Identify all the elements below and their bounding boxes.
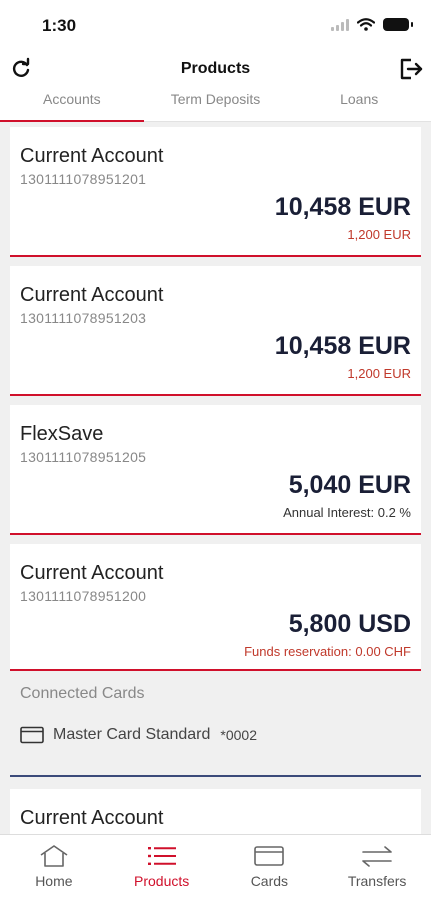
battery-icon xyxy=(383,18,413,31)
account-number: 1301111078951205 xyxy=(20,449,147,465)
wifi-icon xyxy=(357,18,375,31)
cards-icon xyxy=(254,846,285,866)
status-time: 1:30 xyxy=(42,16,77,35)
account-secondary-amount: 1,200 EUR xyxy=(347,227,411,242)
card-icon xyxy=(20,726,44,744)
account-balance: 5,800 USD xyxy=(288,610,411,638)
home-icon xyxy=(40,845,68,867)
tab-term-deposits[interactable]: Term Deposits xyxy=(144,88,288,121)
account-card[interactable]: Current Account 1301111078951200 5,800 U… xyxy=(10,544,421,671)
nav-transfers[interactable]: Transfers xyxy=(323,835,431,900)
connected-cards-section: Connected Cards Master Card Standard *00… xyxy=(10,671,421,777)
tab-accounts[interactable]: Accounts xyxy=(0,88,144,122)
connected-card-item[interactable]: Master Card Standard *0002 xyxy=(20,726,257,744)
logout-button[interactable] xyxy=(397,55,425,83)
account-balance: 10,458 EUR xyxy=(274,193,411,221)
connected-card-name: Master Card Standard xyxy=(53,726,211,743)
funds-reservation: Funds reservation: 0.00 CHF xyxy=(244,644,411,659)
nav-cards-label: Cards xyxy=(250,873,289,889)
account-name: Current Account xyxy=(20,807,164,829)
connected-cards-title: Connected Cards xyxy=(20,685,145,702)
connected-card-number: *0002 xyxy=(220,727,257,743)
product-tabs: Accounts Term Deposits Loans xyxy=(0,88,431,122)
account-card[interactable]: Current Account 1301111078951202 xyxy=(10,789,421,834)
bottom-nav: Home Products Cards Transfers xyxy=(0,834,431,900)
account-number: 1301111078951203 xyxy=(20,310,147,326)
header: Products xyxy=(0,50,431,88)
signal-icon xyxy=(331,18,349,31)
tab-loans[interactable]: Loans xyxy=(287,88,431,121)
accounts-list: Current Account 1301111078951201 10,458 … xyxy=(0,122,431,834)
account-balance: 10,458 EUR xyxy=(274,332,411,360)
account-balance: 5,040 EUR xyxy=(288,471,411,499)
nav-cards[interactable]: Cards xyxy=(216,835,324,900)
account-name: FlexSave xyxy=(20,423,104,445)
account-name: Current Account xyxy=(20,562,164,584)
transfers-icon xyxy=(362,846,392,867)
account-name: Current Account xyxy=(20,284,164,306)
status-icons xyxy=(331,18,413,31)
account-secondary-amount: 1,200 EUR xyxy=(347,366,411,381)
logout-icon xyxy=(400,58,423,80)
account-card[interactable]: FlexSave 1301111078951205 5,040 EUR Annu… xyxy=(10,405,421,535)
account-card[interactable]: Current Account 1301111078951203 10,458 … xyxy=(10,266,421,396)
account-number: 1301111078951201 xyxy=(20,171,147,187)
account-name: Current Account xyxy=(20,145,164,167)
nav-home-label: Home xyxy=(35,873,73,889)
list-icon xyxy=(147,847,176,865)
nav-products[interactable]: Products xyxy=(108,835,216,900)
account-number: 1301111078951200 xyxy=(20,588,147,604)
account-card[interactable]: Current Account 1301111078951201 10,458 … xyxy=(10,127,421,257)
nav-home[interactable]: Home xyxy=(0,835,108,900)
status-bar: 1:30 xyxy=(0,0,431,50)
annual-interest: Annual Interest: 0.2 % xyxy=(283,505,411,520)
nav-products-label: Products xyxy=(134,873,190,889)
nav-transfers-label: Transfers xyxy=(347,873,407,889)
page-title: Products xyxy=(180,60,251,77)
